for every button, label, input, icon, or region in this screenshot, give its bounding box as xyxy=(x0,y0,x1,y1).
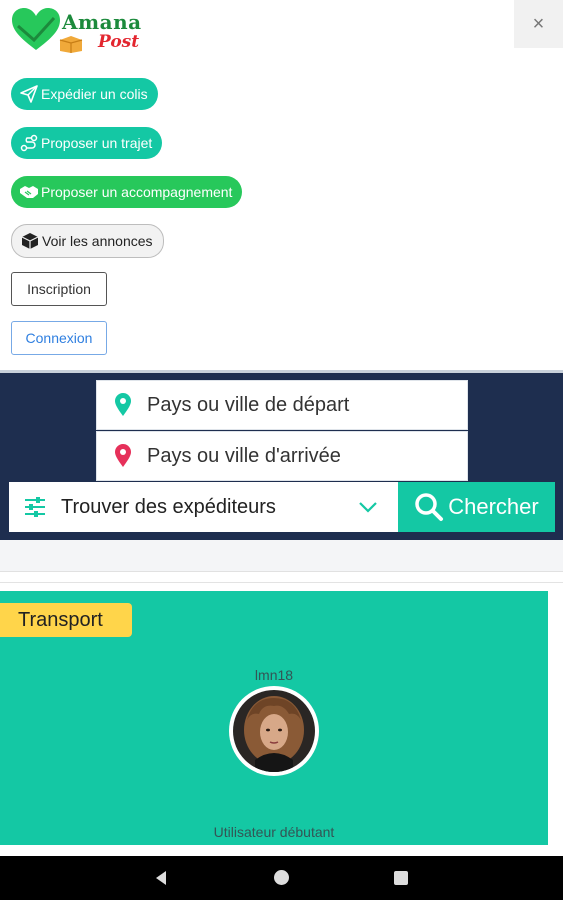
handshake-icon xyxy=(19,182,39,202)
back-icon[interactable] xyxy=(154,870,168,886)
paper-plane-icon xyxy=(19,84,39,104)
app-screen: Amana Post × Expédier un colis Proposer … xyxy=(0,0,563,900)
navigation-menu: Amana Post × Expédier un colis Proposer … xyxy=(0,0,563,370)
menu-item-label: Proposer un trajet xyxy=(41,135,153,151)
sliders-icon xyxy=(25,497,45,517)
search-button[interactable]: Chercher xyxy=(398,482,555,532)
listing-card-body[interactable]: Transport lmn18 Utilisateur débutant xyxy=(0,591,548,845)
avatar-image xyxy=(233,690,315,772)
map-pin-departure-icon xyxy=(115,393,131,416)
logo-text-post: Post xyxy=(98,32,140,52)
chevron-down-icon xyxy=(359,502,377,513)
menu-item-propose-trip[interactable]: Proposer un trajet xyxy=(11,127,163,159)
user-level: Utilisateur débutant xyxy=(213,824,335,840)
username[interactable]: lmn18 xyxy=(0,667,548,683)
map-pin-arrival-icon xyxy=(115,444,131,467)
menu-item-view-listings[interactable]: Voir les annonces xyxy=(11,224,164,258)
recent-apps-icon[interactable] xyxy=(394,871,408,885)
parcel-icon xyxy=(59,36,83,53)
search-section: Pays ou ville de départ Pays ou ville d'… xyxy=(0,370,563,540)
search-icon xyxy=(415,493,444,521)
amana-post-logo[interactable]: Amana Post xyxy=(10,6,160,58)
avatar[interactable] xyxy=(229,686,319,776)
listing-card[interactable]: Transport lmn18 Utilisateur débutant xyxy=(0,582,563,852)
menu-item-label: Voir les annonces xyxy=(42,233,153,249)
signup-button[interactable]: Inscription xyxy=(11,272,107,306)
login-button[interactable]: Connexion xyxy=(11,321,107,355)
arrival-input[interactable]: Pays ou ville d'arrivée xyxy=(96,431,468,481)
system-navigation-bar xyxy=(0,856,563,900)
heart-logo-icon xyxy=(12,8,60,50)
search-button-label: Chercher xyxy=(448,494,539,519)
logo-text-amana: Amana xyxy=(62,10,142,34)
menu-item-label: Proposer un accompagnement xyxy=(41,184,233,200)
menu-item-propose-escort[interactable]: Proposer un accompagnement xyxy=(11,176,243,208)
menu-item-label: Expédier un colis xyxy=(41,86,148,102)
search-type-value: Trouver des expéditeurs xyxy=(61,495,276,518)
menu-item-ship-parcel[interactable]: Expédier un colis xyxy=(11,78,158,110)
section-divider xyxy=(0,540,563,572)
box-icon xyxy=(20,231,40,251)
search-type-select[interactable]: Trouver des expéditeurs xyxy=(9,482,398,532)
arrival-placeholder: Pays ou ville d'arrivée xyxy=(147,444,341,467)
departure-placeholder: Pays ou ville de départ xyxy=(147,393,350,416)
close-icon: × xyxy=(532,12,545,35)
home-icon[interactable] xyxy=(274,870,289,885)
departure-input[interactable]: Pays ou ville de départ xyxy=(96,380,468,430)
category-tag: Transport xyxy=(0,603,132,637)
close-menu-button[interactable]: × xyxy=(514,0,563,48)
route-icon xyxy=(19,133,39,153)
